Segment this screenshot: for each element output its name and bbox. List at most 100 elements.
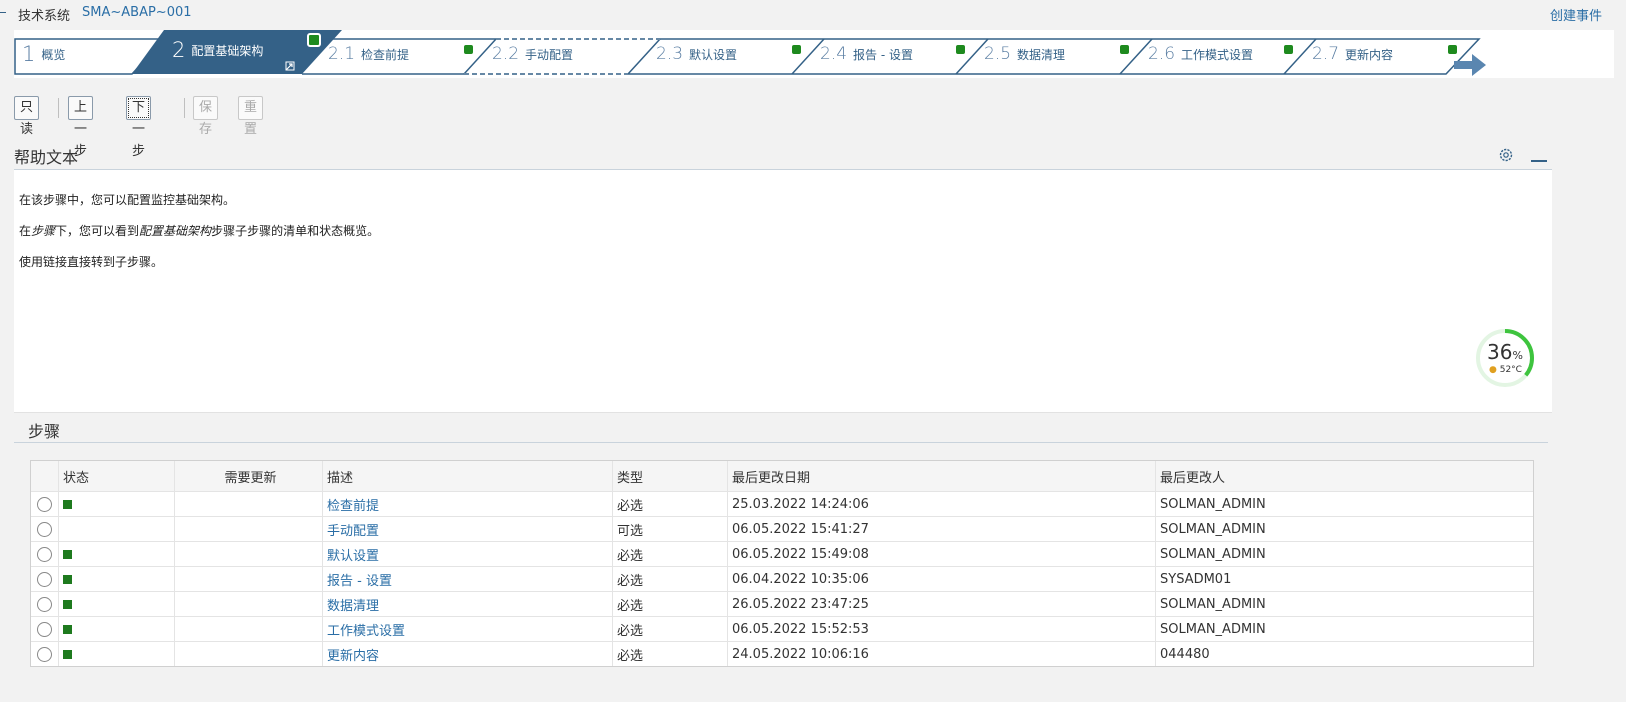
status-cell (58, 592, 174, 616)
roadmap-step-2[interactable]: 2 配置基础架构 (172, 26, 292, 74)
status-cell (58, 642, 174, 666)
roadmap-step-1[interactable]: 1 概览 (22, 30, 132, 78)
reset-button[interactable]: 重置 (238, 96, 264, 137)
row-select-cell[interactable] (31, 592, 58, 616)
table-row[interactable]: 工作模式设置 必选 06.05.2022 15:52:53 SOLMAN_ADMIN (31, 616, 1533, 641)
step-number: 2.7 (1312, 44, 1340, 64)
status-cell (58, 617, 174, 641)
type-cell: 必选 (612, 617, 727, 641)
row-radio-button[interactable] (37, 546, 52, 562)
row-radio-button[interactable] (37, 646, 52, 662)
description-link[interactable]: 更新内容 (322, 642, 612, 666)
table-row[interactable]: 检查前提 必选 25.03.2022 14:24:06 SOLMAN_ADMIN (31, 491, 1533, 516)
collapse-dash[interactable] (0, 12, 6, 13)
step-number: 2.4 (820, 44, 848, 64)
description-link[interactable]: 工作模式设置 (322, 617, 612, 641)
external-link-icon[interactable] (285, 59, 297, 71)
table-row[interactable]: 数据清理 必选 26.05.2022 23:47:25 SOLMAN_ADMIN (31, 591, 1533, 616)
help-line-2: 在步骤下，您可以看到配置基础架构步骤子步骤的清单和状态概览。 (19, 224, 380, 238)
row-radio-button[interactable] (37, 496, 52, 512)
status-complete-icon (307, 33, 321, 47)
step-number: 2 (172, 38, 186, 62)
date-cell: 06.05.2022 15:41:27 (727, 517, 1155, 541)
step-label: 工作模式设置 (1181, 47, 1254, 62)
col-header-type[interactable]: 类型 (612, 461, 727, 491)
description-link[interactable]: 报告 - 设置 (322, 567, 612, 591)
row-radio-button[interactable] (37, 621, 52, 637)
prev-step-button[interactable]: 上一步 (68, 96, 94, 159)
step-label: 手动配置 (525, 47, 574, 62)
next-step-button[interactable]: 下一步 (126, 96, 152, 159)
step-label: 数据清理 (1017, 47, 1066, 62)
row-select-cell[interactable] (31, 517, 58, 541)
save-button[interactable]: 保存 (193, 96, 219, 137)
date-cell: 25.03.2022 14:24:06 (727, 492, 1155, 516)
row-select-cell[interactable] (31, 642, 58, 666)
description-link[interactable]: 手动配置 (322, 517, 612, 541)
row-radio-button[interactable] (37, 596, 52, 612)
date-cell: 06.04.2022 10:35:06 (727, 567, 1155, 591)
roadmap: 1 概览 2 配置基础架构 2.1 检查前提 2.2 手动配置 2.3 默认设置… (14, 30, 1614, 78)
gear-icon[interactable] (1498, 147, 1514, 163)
user-cell: SOLMAN_ADMIN (1155, 517, 1519, 541)
roadmap-step-2-5[interactable]: 2.5 数据清理 (984, 30, 1065, 78)
gauge-value: 36% (1487, 340, 1523, 364)
row-select-cell[interactable] (31, 617, 58, 641)
table-header: 状态 需要更新 描述 类型 最后更改日期 最后更改人 (31, 461, 1533, 491)
roadmap-step-2-2[interactable]: 2.2 手动配置 (492, 30, 573, 78)
status-green-icon (63, 499, 72, 509)
minimize-icon[interactable] (1531, 160, 1547, 162)
col-header-last-changed-date[interactable]: 最后更改日期 (727, 461, 1155, 491)
status-green-icon (63, 649, 72, 659)
system-label: 技术系统 (18, 9, 71, 24)
table-row[interactable]: 默认设置 必选 06.05.2022 15:49:08 SOLMAN_ADMIN (31, 541, 1533, 566)
description-link[interactable]: 数据清理 (322, 592, 612, 616)
row-select-cell[interactable] (31, 567, 58, 591)
needs-update-cell (174, 617, 322, 641)
steps-table: 状态 需要更新 描述 类型 最后更改日期 最后更改人 检查前提 必选 25.03.2… (30, 460, 1534, 667)
roadmap-step-2-6[interactable]: 2.6 工作模式设置 (1148, 30, 1253, 78)
col-header-last-changed-by[interactable]: 最后更改人 (1155, 461, 1519, 491)
table-row[interactable]: 报告 - 设置 必选 06.04.2022 10:35:06 SYSADM01 (31, 566, 1533, 591)
col-header-description[interactable]: 描述 (322, 461, 612, 491)
date-cell: 24.05.2022 10:06:16 (727, 642, 1155, 666)
description-link[interactable]: 默认设置 (322, 542, 612, 566)
status-complete-icon (1284, 45, 1293, 54)
step-label: 概览 (41, 47, 66, 62)
date-cell: 06.05.2022 15:49:08 (727, 542, 1155, 566)
toolbar-separator (184, 98, 185, 118)
col-header-status[interactable]: 状态 (58, 461, 174, 491)
step-label: 报告 - 设置 (853, 47, 914, 62)
needs-update-cell (174, 592, 322, 616)
create-event-link[interactable]: 创建事件 (1550, 5, 1602, 24)
table-row[interactable]: 更新内容 必选 24.05.2022 10:06:16 044480 (31, 641, 1533, 666)
needs-update-cell (174, 492, 322, 516)
readonly-button[interactable]: 只读 (14, 96, 40, 137)
status-complete-icon (464, 45, 473, 54)
status-cell (58, 492, 174, 516)
date-cell: 06.05.2022 15:52:53 (727, 617, 1155, 641)
help-line-1: 在该步骤中，您可以配置监控基础架构。 (19, 193, 236, 207)
description-link[interactable]: 检查前提 (322, 492, 612, 516)
roadmap-step-2-1[interactable]: 2.1 检查前提 (328, 30, 409, 78)
cpu-gauge-widget: 36% ● 52°C (1474, 327, 1536, 389)
roadmap-step-2-7[interactable]: 2.7 更新内容 (1312, 30, 1393, 78)
roadmap-step-2-3[interactable]: 2.3 默认设置 (656, 30, 737, 78)
user-cell: 044480 (1155, 642, 1519, 666)
col-header-needs-update[interactable]: 需要更新 (174, 461, 322, 491)
roadmap-step-2-4[interactable]: 2.4 报告 - 设置 (820, 30, 913, 78)
step-number: 2.3 (656, 44, 684, 64)
row-select-cell[interactable] (31, 492, 58, 516)
user-cell: SOLMAN_ADMIN (1155, 617, 1519, 641)
row-radio-button[interactable] (37, 521, 52, 537)
needs-update-cell (174, 517, 322, 541)
step-number: 1 (22, 42, 36, 66)
table-row[interactable]: 手动配置 可选 06.05.2022 15:41:27 SOLMAN_ADMIN (31, 516, 1533, 541)
step-number: 2.2 (492, 44, 520, 64)
row-radio-button[interactable] (37, 571, 52, 587)
row-select-cell[interactable] (31, 542, 58, 566)
toolbar-separator (58, 98, 59, 118)
status-green-icon (63, 574, 72, 584)
step-number: 2.6 (1148, 44, 1176, 64)
user-cell: SYSADM01 (1155, 567, 1519, 591)
